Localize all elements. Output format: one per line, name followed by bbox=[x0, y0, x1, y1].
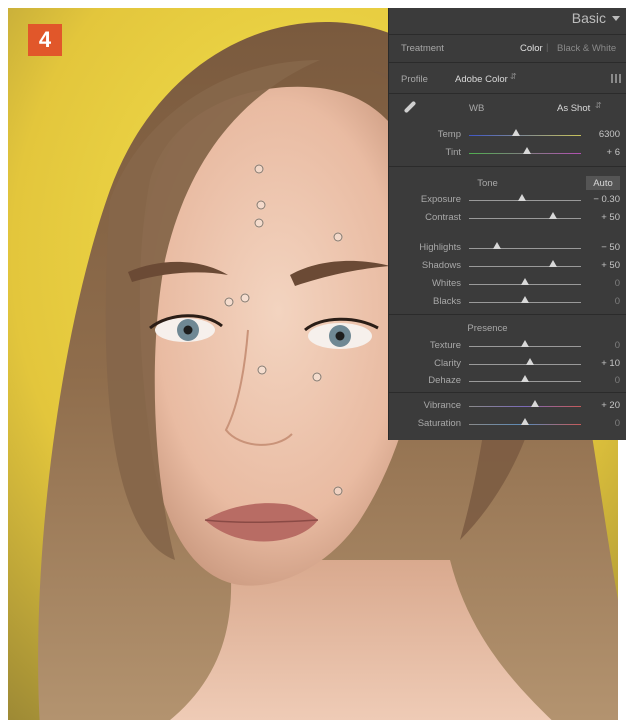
clarity-slider-thumb[interactable] bbox=[526, 358, 534, 365]
shadows-slider-thumb[interactable] bbox=[549, 260, 557, 267]
highlights-slider-track[interactable] bbox=[469, 248, 581, 249]
white-balance-eyedropper-icon[interactable] bbox=[403, 100, 417, 114]
tint-value[interactable]: + 6 bbox=[607, 147, 620, 158]
profile-browser-grid-icon[interactable] bbox=[611, 74, 621, 83]
saturation-value[interactable]: 0 bbox=[615, 418, 620, 429]
vibrance-label: Vibrance bbox=[423, 400, 461, 411]
divider bbox=[389, 314, 626, 315]
temp-label: Temp bbox=[437, 129, 461, 140]
presence-section-title: Presence bbox=[467, 323, 508, 334]
vibrance-slider-thumb[interactable] bbox=[531, 400, 539, 407]
contrast-slider-track[interactable] bbox=[469, 218, 581, 219]
panel-title: Basic bbox=[571, 10, 606, 26]
spot-removal-pin[interactable] bbox=[333, 232, 343, 242]
dehaze-label: Dehaze bbox=[428, 375, 461, 386]
panel-header[interactable]: Basic bbox=[389, 8, 626, 32]
divider bbox=[389, 93, 626, 94]
dehaze-value[interactable]: 0 bbox=[615, 375, 620, 386]
auto-tone-button[interactable]: Auto bbox=[586, 176, 620, 190]
spot-removal-pin[interactable] bbox=[224, 297, 234, 307]
clarity-slider-track[interactable] bbox=[469, 364, 581, 365]
texture-label: Texture bbox=[429, 340, 461, 351]
treatment-color-option[interactable]: Color bbox=[520, 43, 543, 54]
divider bbox=[389, 62, 626, 63]
blacks-value[interactable]: 0 bbox=[615, 296, 620, 307]
divider bbox=[389, 392, 626, 393]
shadows-value[interactable]: + 50 bbox=[601, 260, 620, 271]
contrast-slider-thumb[interactable] bbox=[549, 212, 557, 219]
highlights-value[interactable]: − 50 bbox=[601, 242, 620, 253]
collapse-triangle-icon[interactable] bbox=[612, 16, 620, 21]
highlights-slider-thumb[interactable] bbox=[493, 242, 501, 249]
shadows-label: Shadows bbox=[421, 260, 461, 271]
treatment-label: Treatment bbox=[401, 43, 444, 54]
tint-slider-thumb[interactable] bbox=[523, 147, 531, 154]
vibrance-value[interactable]: + 20 bbox=[601, 400, 620, 411]
profile-dropdown[interactable]: Adobe Color bbox=[455, 74, 508, 85]
whites-label: Whites bbox=[431, 278, 461, 289]
wb-label: WB bbox=[469, 103, 485, 114]
highlights-label: Highlights bbox=[419, 242, 461, 253]
saturation-slider-thumb[interactable] bbox=[521, 418, 529, 425]
spot-removal-pin[interactable] bbox=[256, 200, 266, 210]
wb-dropdown-arrow-icon[interactable]: ⇵ bbox=[595, 101, 602, 110]
spot-removal-pin[interactable] bbox=[312, 372, 322, 382]
divider bbox=[389, 34, 626, 35]
whites-slider-thumb[interactable] bbox=[521, 278, 529, 285]
clarity-value[interactable]: + 10 bbox=[601, 358, 620, 369]
wb-dropdown[interactable]: As Shot bbox=[557, 103, 590, 114]
texture-slider-thumb[interactable] bbox=[521, 340, 529, 347]
dehaze-slider-thumb[interactable] bbox=[521, 375, 529, 382]
temp-slider-track[interactable] bbox=[469, 135, 581, 136]
spot-removal-pin[interactable] bbox=[333, 486, 343, 496]
temp-slider-thumb[interactable] bbox=[512, 129, 520, 136]
clarity-label: Clarity bbox=[434, 358, 461, 369]
shadows-slider-track[interactable] bbox=[469, 266, 581, 267]
exposure-value[interactable]: − 0.30 bbox=[593, 194, 620, 205]
spot-removal-pin[interactable] bbox=[254, 218, 264, 228]
vibrance-slider-track[interactable] bbox=[469, 406, 581, 407]
saturation-label: Saturation bbox=[417, 418, 461, 429]
basic-panel: Basic Treatment Color | Black & White Pr… bbox=[389, 8, 626, 440]
profile-label: Profile bbox=[401, 74, 428, 85]
treatment-separator: | bbox=[546, 42, 549, 53]
step-number-badge: 4 bbox=[28, 24, 62, 56]
texture-value[interactable]: 0 bbox=[615, 340, 620, 351]
temp-value[interactable]: 6300 bbox=[599, 129, 620, 140]
blacks-slider-thumb[interactable] bbox=[521, 296, 529, 303]
whites-value[interactable]: 0 bbox=[615, 278, 620, 289]
spot-removal-pin[interactable] bbox=[254, 164, 264, 174]
exposure-slider-thumb[interactable] bbox=[518, 194, 526, 201]
divider bbox=[389, 166, 626, 167]
contrast-label: Contrast bbox=[425, 212, 461, 223]
spot-removal-pin[interactable] bbox=[257, 365, 267, 375]
blacks-label: Blacks bbox=[433, 296, 461, 307]
tone-section-title: Tone bbox=[477, 178, 498, 189]
tint-label: Tint bbox=[445, 147, 461, 158]
spot-removal-pin[interactable] bbox=[240, 293, 250, 303]
exposure-label: Exposure bbox=[420, 194, 461, 205]
contrast-value[interactable]: + 50 bbox=[601, 212, 620, 223]
treatment-bw-option[interactable]: Black & White bbox=[557, 43, 616, 54]
profile-dropdown-arrow-icon[interactable]: ⇵ bbox=[510, 72, 517, 81]
